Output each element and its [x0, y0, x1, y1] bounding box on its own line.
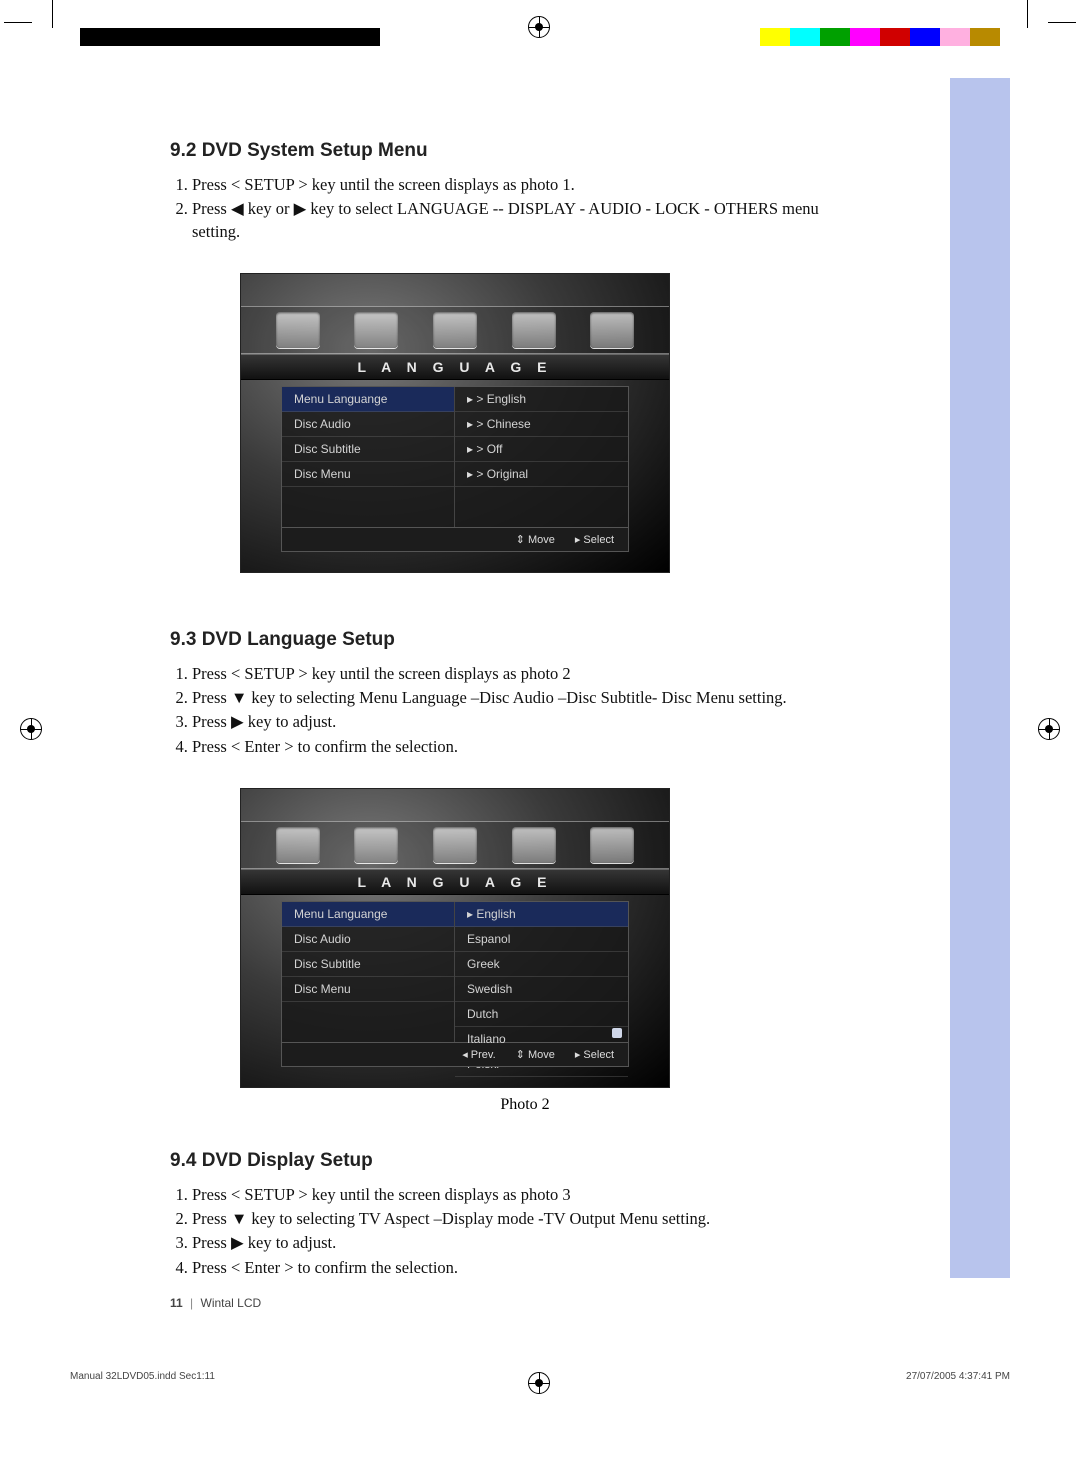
osd-screenshot-photo1: L A N G U A G E Menu Languange Disc Audi… — [240, 273, 670, 573]
osd-hint: ▸ Select — [575, 533, 614, 546]
osd-value: Swedish — [455, 977, 628, 1002]
osd-label: Menu Languange — [282, 902, 454, 927]
instruction-step: Press < SETUP > key until the screen dis… — [192, 1184, 860, 1206]
osd-tab-icon — [590, 312, 634, 348]
instruction-step: Press ▼ key to selecting TV Aspect –Disp… — [192, 1208, 860, 1230]
process-bar-color — [760, 28, 1000, 46]
section-heading-92: 9.2 DVD System Setup Menu — [170, 140, 860, 162]
osd-value: > English — [455, 387, 628, 412]
instruction-step: Press < SETUP > key until the screen dis… — [192, 174, 860, 196]
instruction-list-94: Press < SETUP > key until the screen dis… — [192, 1184, 860, 1279]
instruction-step: Press < SETUP > key until the screen dis… — [192, 663, 860, 685]
osd-tab-icon — [276, 827, 320, 863]
osd-tab-icon — [590, 827, 634, 863]
margin-tab — [950, 78, 1010, 1278]
instruction-step: Press ▶ key to adjust. — [192, 711, 860, 733]
osd-body: Menu Languange Disc Audio Disc Subtitle … — [281, 386, 629, 528]
osd-label: Disc Subtitle — [282, 952, 454, 977]
scroll-indicator-icon — [612, 1028, 622, 1038]
osd-body: Menu Languange Disc Audio Disc Subtitle … — [281, 901, 629, 1043]
instruction-step: Press < Enter > to confirm the selection… — [192, 1257, 860, 1279]
osd-tab-icon — [354, 827, 398, 863]
osd-tab-icon — [354, 312, 398, 348]
osd-label: Disc Menu — [282, 462, 454, 487]
osd-tab-icon — [512, 312, 556, 348]
page-content: 9.2 DVD System Setup Menu Press < SETUP … — [170, 140, 860, 1281]
osd-value: > Chinese — [455, 412, 628, 437]
osd-label: Disc Menu — [282, 977, 454, 1002]
osd-tab-icons — [241, 821, 669, 869]
osd-label: Disc Audio — [282, 412, 454, 437]
osd-value: Espanol — [455, 927, 628, 952]
section-heading-94: 9.4 DVD Display Setup — [170, 1150, 860, 1172]
osd-tab-icon — [433, 312, 477, 348]
page-footer: 11 | Wintal LCD — [170, 1296, 261, 1310]
osd-tab-icons — [241, 306, 669, 354]
process-bar-dark — [80, 28, 380, 46]
registration-mark-icon — [20, 718, 42, 740]
registration-mark-icon — [1038, 718, 1060, 740]
print-metadata: Manual 32LDVD05.indd Sec1:11 27/07/2005 … — [70, 1371, 1010, 1382]
osd-value: ▸ English — [455, 902, 628, 927]
osd-tab-icon — [276, 312, 320, 348]
osd-value: > Original — [455, 462, 628, 487]
osd-hint: ⇕ Move — [516, 533, 555, 546]
registration-mark-icon — [528, 16, 550, 38]
print-filename: Manual 32LDVD05.indd Sec1:11 — [70, 1371, 215, 1382]
section-heading-93: 9.3 DVD Language Setup — [170, 629, 860, 651]
osd-title: L A N G U A G E — [241, 354, 669, 380]
osd-value: > Off — [455, 437, 628, 462]
osd-label: Disc Audio — [282, 927, 454, 952]
osd-label: Menu Languange — [282, 387, 454, 412]
osd-tab-icon — [512, 827, 556, 863]
osd-value: Greek — [455, 952, 628, 977]
document-name: Wintal LCD — [201, 1296, 262, 1310]
instruction-step: Press ◀ key or ▶ key to select LANGUAGE … — [192, 198, 860, 243]
osd-label: Disc Subtitle — [282, 437, 454, 462]
instruction-step: Press ▼ key to selecting Menu Language –… — [192, 687, 860, 709]
osd-footer: ⇕ Move ▸ Select — [281, 528, 629, 552]
instruction-step: Press < Enter > to confirm the selection… — [192, 736, 860, 758]
osd-footer: ◂ Prev. ⇕ Move ▸ Select — [281, 1043, 629, 1067]
print-timestamp: 27/07/2005 4:37:41 PM — [906, 1371, 1010, 1382]
osd-value: Dutch — [455, 1002, 628, 1027]
page-number: 11 — [170, 1296, 183, 1310]
instruction-step: Press ▶ key to adjust. — [192, 1232, 860, 1254]
osd-tab-icon — [433, 827, 477, 863]
osd-screenshot-photo2: L A N G U A G E Menu Languange Disc Audi… — [240, 788, 670, 1088]
osd-hint: ◂ Prev. — [462, 1048, 495, 1061]
osd-hint: ⇕ Move — [516, 1048, 555, 1061]
osd-hint: ▸ Select — [575, 1048, 614, 1061]
figure-caption: Photo 2 — [310, 1096, 740, 1114]
instruction-list-92: Press < SETUP > key until the screen dis… — [192, 174, 860, 243]
osd-title: L A N G U A G E — [241, 869, 669, 895]
instruction-list-93: Press < SETUP > key until the screen dis… — [192, 663, 860, 758]
